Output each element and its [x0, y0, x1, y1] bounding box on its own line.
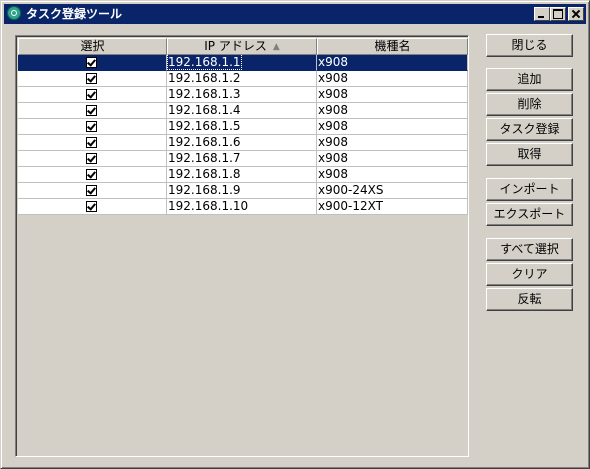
row-checkbox[interactable] [86, 105, 97, 116]
table-row[interactable]: 192.168.1.6 x908 [18, 135, 468, 151]
import-button[interactable]: インポート [486, 178, 573, 201]
ip-address-value: 192.168.1.1 [167, 55, 242, 70]
close-button[interactable]: 閉じる [486, 34, 573, 57]
ip-address-value: 192.168.1.5 [168, 119, 241, 133]
model-cell: x908 [317, 87, 468, 103]
row-checkbox[interactable] [86, 57, 97, 68]
ip-address-value: 192.168.1.2 [168, 71, 241, 85]
select-cell [18, 199, 167, 215]
model-value: x908 [318, 151, 349, 165]
table-body: 192.168.1.1 x908 192.168.1.2 x908 192.16… [18, 55, 468, 215]
table-row[interactable]: 192.168.1.2 x908 [18, 71, 468, 87]
add-button[interactable]: 追加 [486, 68, 573, 91]
close-window-button[interactable] [568, 7, 584, 21]
ip-address-cell: 192.168.1.6 [167, 135, 317, 151]
title-bar[interactable]: タスク登録ツール [4, 4, 586, 24]
select-cell [18, 87, 167, 103]
table-row[interactable]: 192.168.1.3 x908 [18, 87, 468, 103]
select-cell [18, 71, 167, 87]
app-window: タスク登録ツール 選択 IP アドレス ▲ 機種名 192.168.1.1 x90… [0, 0, 590, 469]
delete-button[interactable]: 削除 [486, 93, 573, 116]
column-header-model-label: 機種名 [374, 39, 411, 53]
row-checkbox[interactable] [86, 185, 97, 196]
ip-address-value: 192.168.1.8 [168, 167, 241, 181]
model-cell: x908 [317, 167, 468, 183]
device-list[interactable]: 選択 IP アドレス ▲ 機種名 192.168.1.1 x908 192.168… [15, 35, 469, 457]
ip-address-cell: 192.168.1.8 [167, 167, 317, 183]
register-task-button[interactable]: タスク登録 [486, 118, 573, 141]
select-all-button[interactable]: すべて選択 [486, 238, 573, 261]
row-checkbox[interactable] [86, 137, 97, 148]
table-row[interactable]: 192.168.1.8 x908 [18, 167, 468, 183]
select-cell [18, 151, 167, 167]
ip-address-cell: 192.168.1.5 [167, 119, 317, 135]
model-value: x908 [318, 55, 349, 69]
select-cell [18, 167, 167, 183]
ip-address-cell: 192.168.1.2 [167, 71, 317, 87]
export-button[interactable]: エクスポート [486, 203, 573, 226]
model-cell: x900-12XT [317, 199, 468, 215]
invert-button[interactable]: 反転 [486, 288, 573, 311]
model-value: x908 [318, 71, 349, 85]
ip-address-value: 192.168.1.6 [168, 135, 241, 149]
model-cell: x908 [317, 55, 468, 71]
column-header-ip-label: IP アドレス [204, 39, 267, 53]
minimize-button[interactable] [534, 7, 550, 21]
clear-button[interactable]: クリア [486, 263, 573, 286]
ip-address-cell: 192.168.1.3 [167, 87, 317, 103]
model-value: x908 [318, 87, 349, 101]
row-checkbox[interactable] [86, 73, 97, 84]
model-value: x908 [318, 119, 349, 133]
model-cell: x908 [317, 151, 468, 167]
model-cell: x908 [317, 103, 468, 119]
ip-address-value: 192.168.1.9 [168, 183, 241, 197]
model-value: x908 [318, 167, 349, 181]
row-checkbox[interactable] [86, 169, 97, 180]
ip-address-value: 192.168.1.4 [168, 103, 241, 117]
model-cell: x900-24XS [317, 183, 468, 199]
select-cell [18, 119, 167, 135]
model-value: x900-24XS [318, 183, 384, 197]
model-cell: x908 [317, 135, 468, 151]
row-checkbox[interactable] [86, 121, 97, 132]
ip-address-value: 192.168.1.7 [168, 151, 241, 165]
table-row[interactable]: 192.168.1.7 x908 [18, 151, 468, 167]
column-header-select[interactable]: 選択 [18, 38, 167, 55]
row-checkbox[interactable] [86, 201, 97, 212]
ip-address-value: 192.168.1.3 [168, 87, 241, 101]
ip-address-value: 192.168.1.10 [168, 199, 249, 213]
table-row[interactable]: 192.168.1.1 x908 [18, 55, 468, 71]
row-checkbox[interactable] [86, 153, 97, 164]
ip-address-cell: 192.168.1.10 [167, 199, 317, 215]
model-cell: x908 [317, 119, 468, 135]
window-title: タスク登録ツール [26, 7, 123, 21]
model-value: x908 [318, 103, 349, 117]
ip-address-cell: 192.168.1.9 [167, 183, 317, 199]
select-cell [18, 135, 167, 151]
select-cell [18, 55, 167, 71]
model-value: x900-12XT [318, 199, 383, 213]
model-value: x908 [318, 135, 349, 149]
sort-ascending-icon: ▲ [272, 42, 280, 52]
model-cell: x908 [317, 71, 468, 87]
table-row[interactable]: 192.168.1.5 x908 [18, 119, 468, 135]
row-checkbox[interactable] [86, 89, 97, 100]
ip-address-cell: 192.168.1.1 [167, 55, 317, 71]
select-cell [18, 183, 167, 199]
select-cell [18, 103, 167, 119]
table-row[interactable]: 192.168.1.10 x900-12XT [18, 199, 468, 215]
maximize-button[interactable] [550, 7, 566, 21]
column-header-select-label: 選択 [80, 39, 105, 53]
table-row[interactable]: 192.168.1.9 x900-24XS [18, 183, 468, 199]
app-icon [7, 6, 21, 20]
ip-address-cell: 192.168.1.7 [167, 151, 317, 167]
column-header-ip-address[interactable]: IP アドレス ▲ [167, 38, 317, 55]
ip-address-cell: 192.168.1.4 [167, 103, 317, 119]
column-header-model-name[interactable]: 機種名 [317, 38, 468, 55]
table-row[interactable]: 192.168.1.4 x908 [18, 103, 468, 119]
fetch-button[interactable]: 取得 [486, 143, 573, 166]
